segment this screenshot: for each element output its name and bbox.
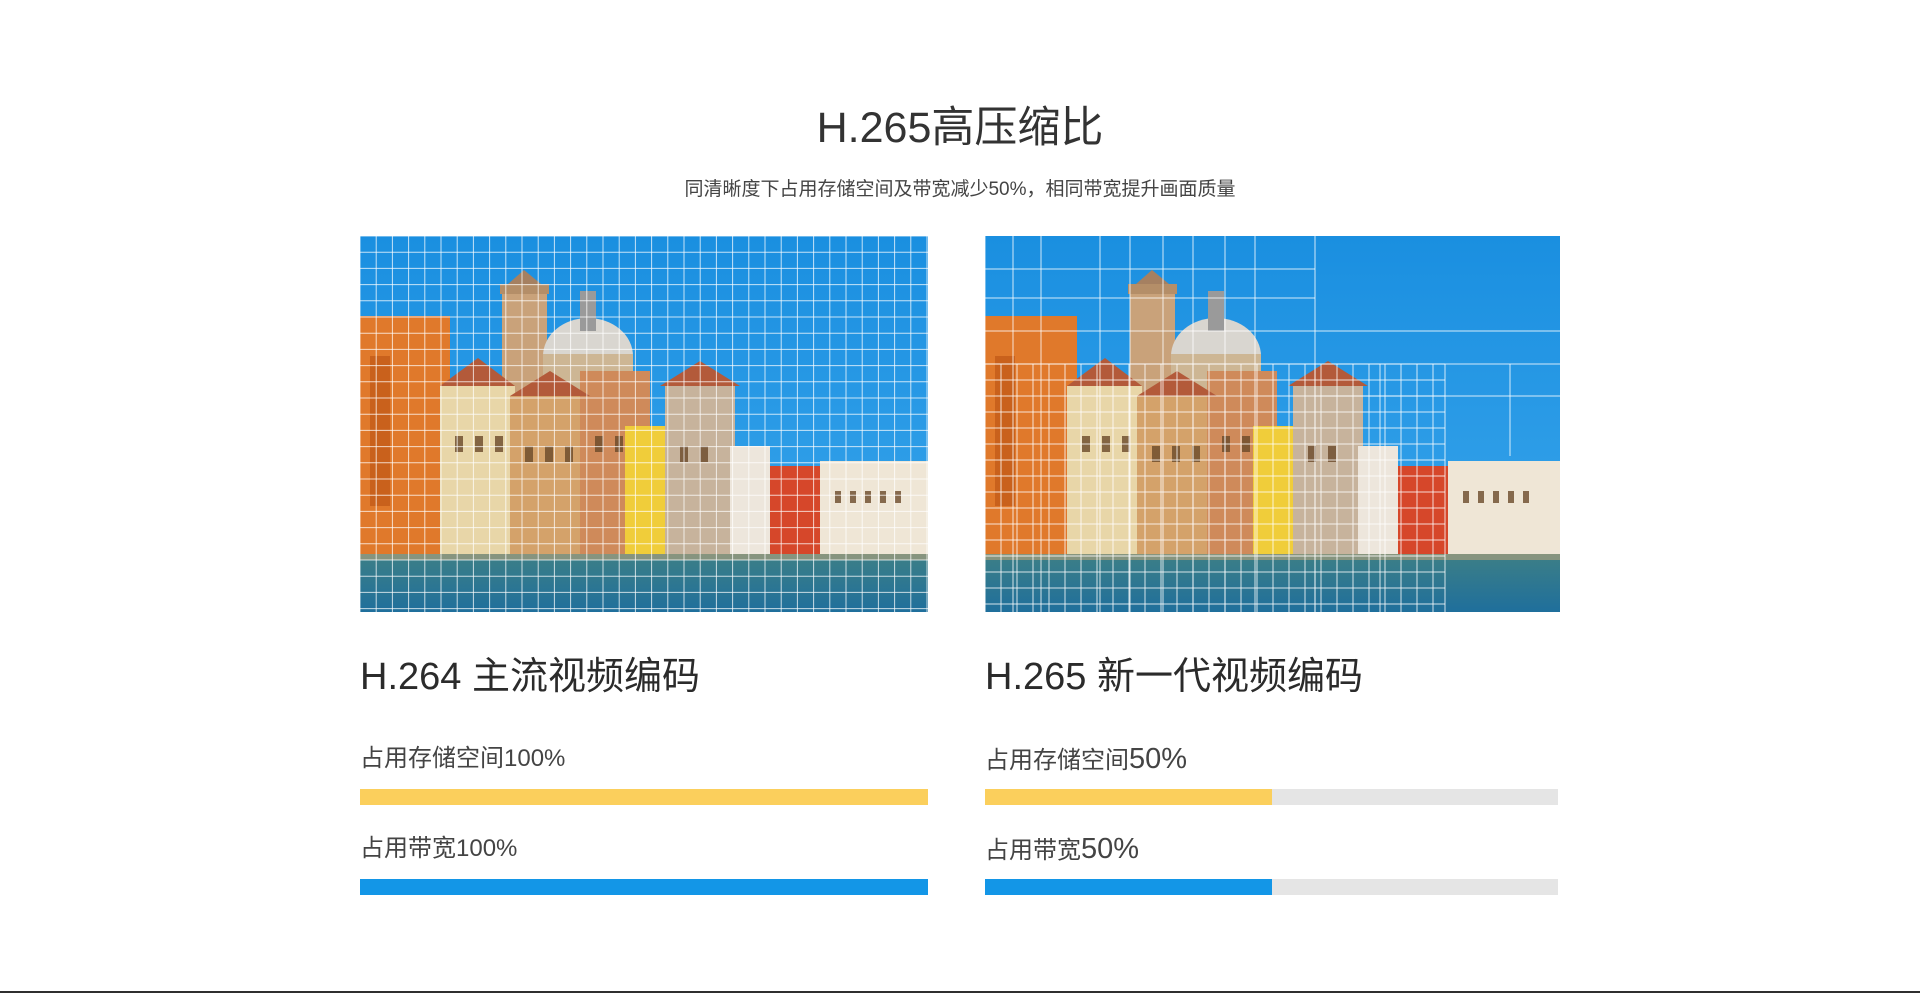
h265-storage-label: 占用存储空间50% xyxy=(985,744,1187,776)
h264-storage-bar-track xyxy=(360,789,928,805)
storage-percent: 50% xyxy=(1129,743,1188,775)
page: H.265高压缩比 同清晰度下占用存储空间及带宽减少50%，相同带宽提升画面质量 xyxy=(0,0,1920,993)
page-subtitle: 同清晰度下占用存储空间及带宽减少50%，相同带宽提升画面质量 xyxy=(684,179,1236,200)
venice-photo-illustration xyxy=(985,236,1560,612)
storage-percent: 100% xyxy=(504,745,566,772)
h265-storage-bar-fill xyxy=(985,789,1272,805)
bandwidth-label-text: 占用带宽 xyxy=(985,837,1081,864)
h265-codec-title: H.265 新一代视频编码 xyxy=(985,656,1363,698)
bandwidth-label-text: 占用带宽 xyxy=(360,835,456,862)
h265-bandwidth-bar-track xyxy=(985,879,1558,895)
h264-bandwidth-bar-track xyxy=(360,879,928,895)
h264-bandwidth-label: 占用带宽100% xyxy=(360,834,517,864)
h265-storage-bar-track xyxy=(985,789,1558,805)
venice-photo-illustration xyxy=(360,236,928,612)
storage-label-text: 占用存储空间 xyxy=(985,747,1129,774)
h265-bandwidth-label: 占用带宽50% xyxy=(985,834,1139,866)
h265-venice-image xyxy=(985,236,1560,612)
h264-storage-bar-fill xyxy=(360,789,928,805)
bandwidth-percent: 100% xyxy=(456,835,518,862)
h264-bandwidth-bar-fill xyxy=(360,879,928,895)
h264-panel: H.264 主流视频编码 占用存储空间100% 占用带宽100% xyxy=(360,236,928,895)
h264-codec-title: H.264 主流视频编码 xyxy=(360,656,700,698)
h264-storage-label: 占用存储空间100% xyxy=(360,744,565,774)
h265-panel: H.265 新一代视频编码 占用存储空间50% 占用带宽50% xyxy=(985,236,1560,895)
h265-bandwidth-bar-fill xyxy=(985,879,1272,895)
h264-venice-image xyxy=(360,236,928,612)
storage-label-text: 占用存储空间 xyxy=(360,745,504,772)
bandwidth-percent: 50% xyxy=(1081,833,1140,865)
page-title: H.265高压缩比 xyxy=(816,104,1104,152)
